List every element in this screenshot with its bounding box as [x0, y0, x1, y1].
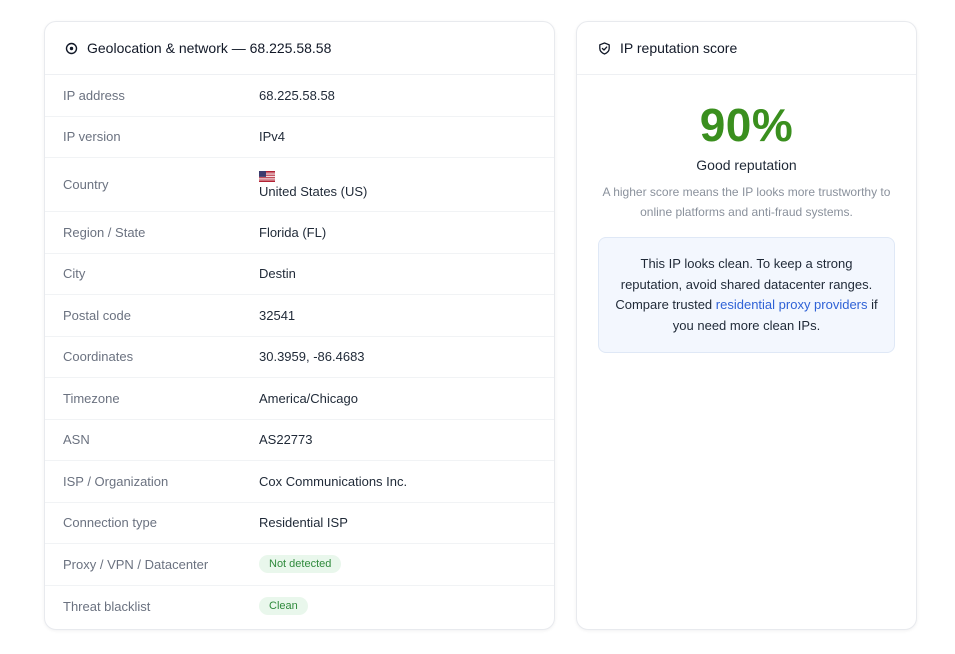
row-value: Destin: [259, 266, 296, 282]
table-row: Postal code 32541: [45, 295, 554, 337]
row-label: Threat blacklist: [63, 598, 151, 614]
row-label: Postal code: [63, 307, 131, 323]
row-value: Residential ISP: [259, 515, 348, 531]
proxy-status-badge: Not detected: [259, 555, 342, 574]
row-label: Coordinates: [63, 349, 134, 365]
table-row: ISP / Organization Cox Communications In…: [45, 461, 554, 503]
blacklist-status-badge: Clean: [259, 597, 308, 616]
country-value-cell: United States (US): [259, 170, 368, 199]
row-label: Region / State: [63, 224, 146, 240]
row-label: City: [63, 266, 86, 282]
table-row: Threat blacklist Clean: [45, 586, 554, 628]
row-value: United States (US): [259, 183, 368, 199]
table-row: City Destin: [45, 254, 554, 295]
table-row: Timezone America/Chicago: [45, 378, 554, 420]
reputation-label: Good reputation: [696, 157, 797, 173]
table-row: IP address 68.225.58.58: [45, 75, 554, 117]
table-row: Country United States (US): [45, 158, 554, 212]
table-row: Coordinates 30.3959, -86.4683: [45, 337, 554, 378]
row-value: 32541: [259, 307, 296, 323]
table-row: Proxy / VPN / Datacenter Not detected: [45, 544, 554, 586]
table-row: ASN AS22773: [45, 420, 554, 461]
reputation-card-header: IP reputation score: [577, 22, 916, 75]
residential-proxy-providers-link[interactable]: residential proxy providers: [716, 297, 868, 312]
row-value: 68.225.58.58: [259, 87, 335, 103]
row-label: ISP / Organization: [63, 473, 169, 489]
row-label: Timezone: [63, 390, 120, 406]
row-label: Proxy / VPN / Datacenter: [63, 556, 209, 572]
reputation-description: A higher score means the IP looks more t…: [602, 185, 891, 219]
row-value: Florida (FL): [259, 224, 327, 240]
table-row: IP version IPv4: [45, 117, 554, 158]
geolocation-card-header: Geolocation & network — 68.225.58.58: [45, 22, 554, 75]
geolocation-card: Geolocation & network — 68.225.58.58 IP …: [44, 21, 555, 630]
reputation-card: IP reputation score 90% Good reputation …: [576, 21, 917, 630]
shield-check-icon: [598, 41, 611, 55]
reputation-card-title: IP reputation score: [620, 40, 738, 56]
row-label: Connection type: [63, 515, 157, 531]
us-flag-icon: [259, 170, 275, 182]
row-label: IP version: [63, 129, 121, 145]
row-value: IPv4: [259, 129, 286, 145]
table-row: Connection type Residential ISP: [45, 503, 554, 544]
reputation-note: This IP looks clean. To keep a strong re…: [598, 237, 895, 353]
table-row: Region / State Florida (FL): [45, 212, 554, 254]
location-pin-icon: [65, 42, 78, 55]
row-label: ASN: [63, 432, 90, 448]
row-value: AS22773: [259, 432, 313, 448]
geolocation-table: IP address 68.225.58.58 IP version IPv4 …: [45, 75, 554, 627]
score-section: 90% Good reputation A higher score means…: [577, 75, 916, 222]
reputation-score: 90%: [699, 99, 794, 151]
row-value: America/Chicago: [259, 390, 358, 406]
geolocation-card-title: Geolocation & network — 68.225.58.58: [87, 40, 332, 56]
row-label: Country: [63, 177, 109, 192]
row-label: IP address: [63, 87, 125, 103]
row-value: Cox Communications Inc.: [259, 473, 408, 489]
row-value: 30.3959, -86.4683: [259, 349, 365, 365]
